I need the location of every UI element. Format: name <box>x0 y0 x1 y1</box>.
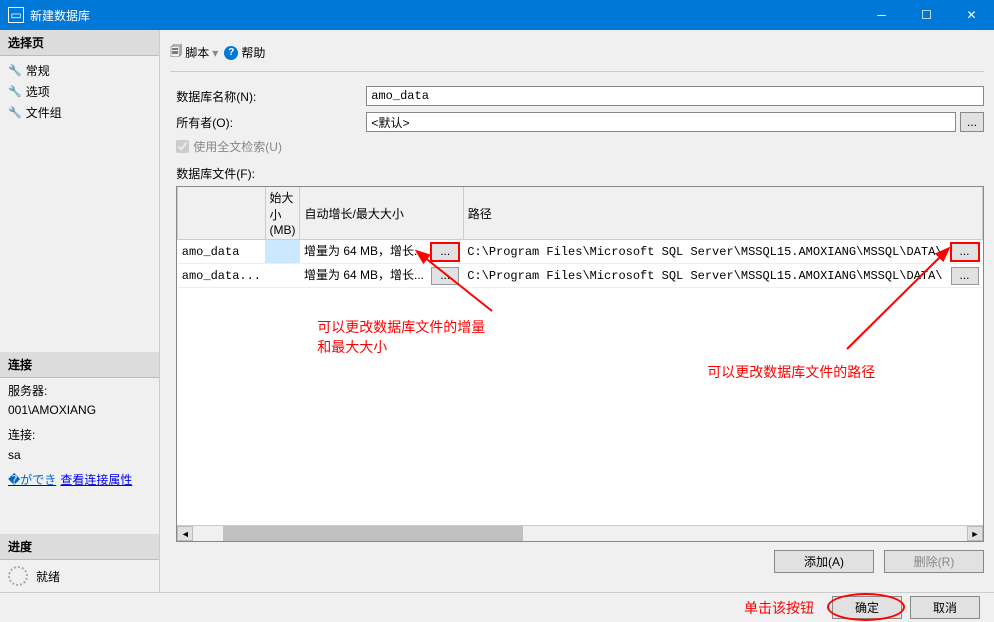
annotation-left: 可以更改数据库文件的增量 和最大大小 <box>317 317 485 357</box>
help-icon: ? <box>224 46 238 60</box>
db-name-input[interactable] <box>366 86 984 106</box>
toolbar: 🗐 脚本 ▾ ? 帮助 <box>170 38 984 72</box>
scroll-left-button[interactable]: ◄ <box>177 526 193 541</box>
path-browse-button[interactable]: ... <box>951 267 979 285</box>
col-path[interactable]: 路径 <box>463 187 982 240</box>
scroll-thumb[interactable] <box>223 526 523 541</box>
path-browse-button[interactable]: ... <box>951 243 979 261</box>
main-panel: 🗐 脚本 ▾ ? 帮助 数据库名称(N): 所有者(O): ... 使用全文检索… <box>160 30 994 592</box>
files-table: 始大小(MB) 自动增长/最大大小 路径 amo_data 增量为 64 MB，… <box>177 187 983 288</box>
remove-button: 删除(R) <box>884 550 984 573</box>
sidebar-item-filegroups[interactable]: 🔧文件组 <box>0 102 159 123</box>
maximize-button[interactable]: ☐ <box>904 0 949 30</box>
close-button[interactable]: ✕ <box>949 0 994 30</box>
script-icon: 🗐 <box>170 42 182 63</box>
fulltext-label: 使用全文检索(U) <box>193 138 282 155</box>
size-cell[interactable] <box>265 240 300 264</box>
owner-label: 所有者(O): <box>176 114 366 131</box>
select-page-header: 选择页 <box>0 30 159 56</box>
progress-status: 就绪 <box>36 568 60 585</box>
dialog-footer: 单击该按钮 确定 取消 <box>0 592 994 622</box>
col-name[interactable] <box>178 187 265 240</box>
cancel-button[interactable]: 取消 <box>910 596 980 619</box>
connection-info: 服务器: 001\AMOXIANG 连接: sa �ができ 查看连接属性 <box>0 378 159 494</box>
add-button[interactable]: 添加(A) <box>774 550 874 573</box>
title-bar: ▭ 新建数据库 ─ ☐ ✕ <box>0 0 994 30</box>
help-button[interactable]: ? 帮助 <box>224 44 265 61</box>
table-row[interactable]: amo_data 增量为 64 MB，增长... ... C:\Program … <box>178 240 983 264</box>
progress-spinner-icon <box>8 566 28 586</box>
connection-icon: �ができ <box>8 471 56 490</box>
wrench-icon: 🔧 <box>8 106 22 119</box>
fulltext-checkbox <box>176 140 189 153</box>
autogrow-browse-button[interactable]: ... <box>431 267 459 285</box>
progress-header: 进度 <box>0 534 159 560</box>
window-title: 新建数据库 <box>30 7 859 24</box>
sidebar-item-options[interactable]: 🔧选项 <box>0 81 159 102</box>
server-value: 001\AMOXIANG <box>8 401 151 420</box>
app-icon: ▭ <box>8 7 24 23</box>
col-autogrow[interactable]: 自动增长/最大大小 <box>300 187 463 240</box>
conn-value: sa <box>8 446 151 465</box>
db-name-label: 数据库名称(N): <box>176 88 366 105</box>
horizontal-scrollbar[interactable]: ◄ ► <box>177 525 983 541</box>
conn-label: 连接: <box>8 426 151 445</box>
table-row[interactable]: amo_data... 增量为 64 MB，增长... ... C:\Progr… <box>178 264 983 288</box>
server-label: 服务器: <box>8 382 151 401</box>
chevron-down-icon: ▾ <box>212 46 218 60</box>
files-table-panel: 始大小(MB) 自动增长/最大大小 路径 amo_data 增量为 64 MB，… <box>176 186 984 542</box>
owner-browse-button[interactable]: ... <box>960 112 984 132</box>
sidebar: 选择页 🔧常规 🔧选项 🔧文件组 连接 服务器: 001\AMOXIANG 连接… <box>0 30 160 592</box>
annotation-right: 可以更改数据库文件的路径 <box>707 362 875 382</box>
ok-button[interactable]: 确定 <box>832 596 902 619</box>
files-label: 数据库文件(F): <box>176 165 984 182</box>
script-dropdown[interactable]: 🗐 脚本 ▾ <box>170 42 218 63</box>
col-size[interactable]: 始大小(MB) <box>265 187 300 240</box>
owner-input[interactable] <box>366 112 956 132</box>
autogrow-browse-button[interactable]: ... <box>431 243 459 261</box>
connection-header: 连接 <box>0 352 159 378</box>
annotation-footer: 单击该按钮 <box>744 598 814 618</box>
view-connection-props-link[interactable]: �ができ 查看连接属性 <box>8 471 151 490</box>
minimize-button[interactable]: ─ <box>859 0 904 30</box>
sidebar-item-general[interactable]: 🔧常规 <box>0 60 159 81</box>
wrench-icon: 🔧 <box>8 64 22 77</box>
wrench-icon: 🔧 <box>8 85 22 98</box>
scroll-right-button[interactable]: ► <box>967 526 983 541</box>
